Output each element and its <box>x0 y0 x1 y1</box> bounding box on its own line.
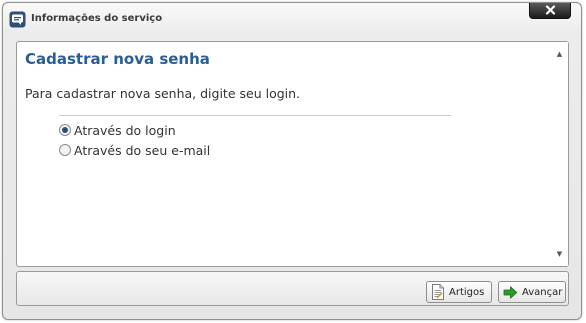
scroll-up-arrow-icon[interactable]: ▲ <box>551 46 568 62</box>
avancar-button[interactable]: Avançar <box>498 281 566 303</box>
option-label: Através do seu e-mail <box>74 142 211 158</box>
close-button[interactable] <box>529 3 571 19</box>
scroll-area: Cadastrar nova senha Para cadastrar nova… <box>17 42 551 266</box>
content-panel: Cadastrar nova senha Para cadastrar nova… <box>16 41 569 267</box>
artigos-label: Artigos <box>449 286 485 298</box>
instructions-text: Para cadastrar nova senha, digite seu lo… <box>25 86 301 101</box>
document-icon <box>432 284 444 300</box>
close-icon <box>545 5 556 15</box>
option-via-login[interactable]: Através do login <box>59 122 176 138</box>
divider <box>59 115 451 116</box>
footer-toolbar: Artigos Avançar <box>16 271 569 306</box>
scroll-down-arrow-icon[interactable]: ▼ <box>551 246 568 262</box>
option-label: Através do login <box>74 122 176 138</box>
option-via-email[interactable]: Através do seu e-mail <box>59 142 210 158</box>
artigos-button[interactable]: Artigos <box>426 281 492 303</box>
avancar-label: Avançar <box>522 286 563 298</box>
arrow-right-icon <box>503 285 518 299</box>
page-title: Cadastrar nova senha <box>25 50 210 68</box>
radio-via-login[interactable] <box>59 124 71 136</box>
service-chat-icon <box>9 11 26 28</box>
vertical-scrollbar[interactable]: ▲ ▼ <box>551 42 568 266</box>
window-title: Informações do serviço <box>31 13 163 24</box>
radio-via-email[interactable] <box>59 144 71 156</box>
service-info-dialog: Informações do serviço Cadastrar nova se… <box>2 2 582 320</box>
title-bar: Informações do serviço <box>3 3 581 35</box>
